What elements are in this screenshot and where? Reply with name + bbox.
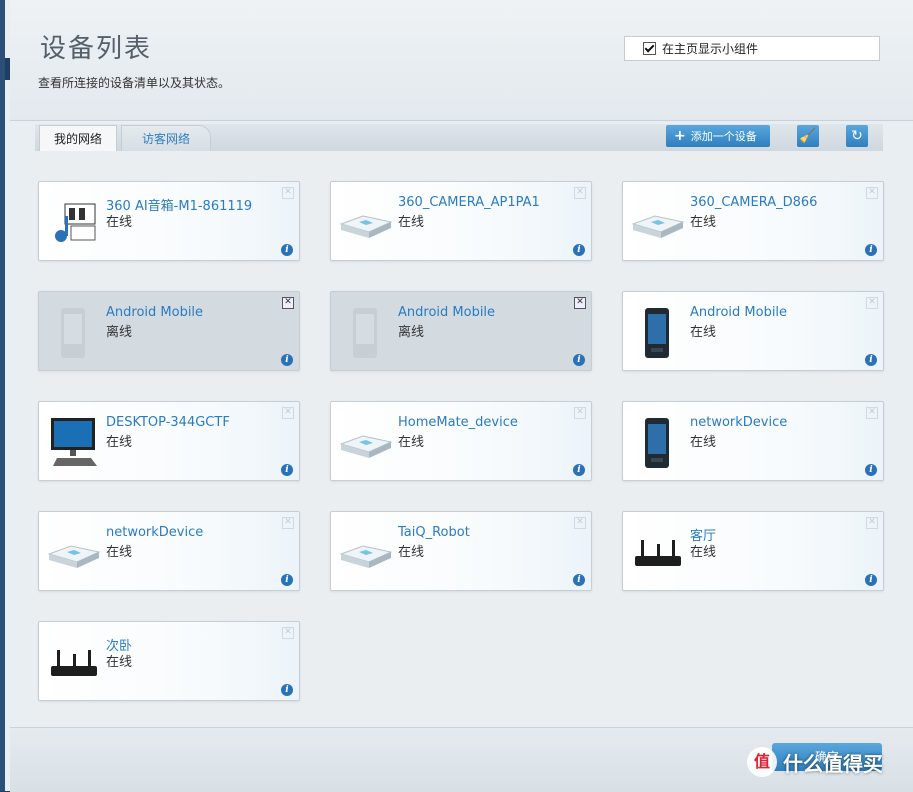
device-card[interactable]: 次卧 在线 ✕ i [38,621,300,701]
remove-device-icon[interactable]: ✕ [866,407,878,419]
device-status: 在线 [398,215,425,230]
info-icon[interactable]: i [573,464,585,476]
remove-device-icon[interactable]: ✕ [282,517,294,529]
remove-device-icon[interactable]: ✕ [866,187,878,199]
device-card[interactable]: networkDevice 在线 ✕ i [622,401,884,481]
network-device-icon [339,416,393,470]
device-card[interactable]: 客厅 在线 ✕ i [622,511,884,591]
info-icon[interactable]: i [281,574,293,586]
info-icon[interactable]: i [865,464,877,476]
media-player-icon [47,196,101,250]
device-status: 在线 [398,435,425,450]
device-name[interactable]: networkDevice [106,525,203,540]
device-status: 在线 [106,655,133,670]
tab-guest-network[interactable]: 访客网络 [121,125,211,152]
device-name[interactable]: Android Mobile [106,305,203,320]
device-card[interactable]: Android Mobile 离线 ✕ i [330,291,592,371]
router-icon [631,526,685,580]
add-device-button[interactable]: + 添加一个设备 [666,125,770,147]
device-name[interactable]: networkDevice [690,415,787,430]
device-card[interactable]: 360_CAMERA_AP1PA1 在线 ✕ i [330,181,592,261]
device-name[interactable]: 360_CAMERA_AP1PA1 [398,195,540,210]
device-list-dialog: ✕ 设备列表 查看所连接的设备清单以及其状态。 在主页显示小组件 我的网络 访客… [0,0,913,792]
header: 设备列表 查看所连接的设备清单以及其状态。 在主页显示小组件 [10,0,913,121]
broom-icon: 🧹 [799,128,817,144]
device-name[interactable]: TaiQ_Robot [398,525,470,540]
remove-device-icon[interactable]: ✕ [574,297,586,309]
device-status: 在线 [690,325,717,340]
checkbox-checked-icon[interactable] [643,42,656,55]
device-status: 离线 [398,325,425,340]
plus-icon: + [674,128,686,144]
watermark-logo-icon: 值 [747,747,777,777]
desktop-computer-icon [47,416,101,470]
remove-device-icon[interactable]: ✕ [282,297,294,309]
device-status: 离线 [106,325,133,340]
device-name[interactable]: Android Mobile [690,305,787,320]
device-card[interactable]: Android Mobile 离线 ✕ i [38,291,300,371]
device-status: 在线 [690,435,717,450]
device-card[interactable]: networkDevice 在线 ✕ i [38,511,300,591]
mobile-phone-icon [631,306,685,360]
remove-device-icon[interactable]: ✕ [282,187,294,199]
clean-button[interactable]: 🧹 [797,125,819,147]
device-card[interactable]: Android Mobile 在线 ✕ i [622,291,884,371]
tab-bar: 我的网络 访客网络 + 添加一个设备 🧹 ↻ [35,124,883,152]
device-card[interactable]: TaiQ_Robot 在线 ✕ i [330,511,592,591]
mobile-phone-icon [339,306,393,360]
page-title: 设备列表 [40,34,153,64]
device-card[interactable]: 360 AI音箱-M1-861119 在线 ✕ i [38,181,300,261]
mobile-phone-icon [631,416,685,470]
device-name[interactable]: HomeMate_device [398,415,518,430]
watermark: 值 什么值得买 [747,742,883,782]
page-subtitle: 查看所连接的设备清单以及其状态。 [38,76,231,90]
device-name[interactable]: 360_CAMERA_D866 [690,195,817,210]
tab-my-network[interactable]: 我的网络 [39,125,117,152]
device-status: 在线 [690,545,717,560]
info-icon[interactable]: i [865,574,877,586]
remove-device-icon[interactable]: ✕ [866,517,878,529]
watermark-text: 什么值得买 [783,751,883,776]
info-icon[interactable]: i [573,244,585,256]
info-icon[interactable]: i [865,244,877,256]
network-device-icon [339,526,393,580]
device-name[interactable]: Android Mobile [398,305,495,320]
device-status: 在线 [106,435,133,450]
info-icon[interactable]: i [281,244,293,256]
remove-device-icon[interactable]: ✕ [282,407,294,419]
network-device-icon [47,526,101,580]
device-status: 在线 [106,215,133,230]
remove-device-icon[interactable]: ✕ [574,187,586,199]
remove-device-icon[interactable]: ✕ [574,517,586,529]
device-card[interactable]: 360_CAMERA_D866 在线 ✕ i [622,181,884,261]
device-name[interactable]: DESKTOP-344GCTF [106,415,230,430]
refresh-icon: ↻ [851,128,863,144]
device-status: 在线 [690,215,717,230]
remove-device-icon[interactable]: ✕ [574,407,586,419]
network-device-icon [631,196,685,250]
info-icon[interactable]: i [573,354,585,366]
router-icon [47,636,101,690]
refresh-button[interactable]: ↻ [846,125,868,147]
info-icon[interactable]: i [281,684,293,696]
info-icon[interactable]: i [573,574,585,586]
device-status: 在线 [398,545,425,560]
info-icon[interactable]: i [281,354,293,366]
show-widget-label: 在主页显示小组件 [662,42,759,56]
device-card[interactable]: DESKTOP-344GCTF 在线 ✕ i [38,401,300,481]
device-card[interactable]: HomeMate_device 在线 ✕ i [330,401,592,481]
info-icon[interactable]: i [281,464,293,476]
show-widget-checkbox[interactable]: 在主页显示小组件 [624,36,880,61]
remove-device-icon[interactable]: ✕ [866,297,878,309]
add-device-label: 添加一个设备 [690,130,757,143]
network-device-icon [339,196,393,250]
device-status: 在线 [106,545,133,560]
info-icon[interactable]: i [865,354,877,366]
remove-device-icon[interactable]: ✕ [282,627,294,639]
device-grid: 360 AI音箱-M1-861119 在线 ✕ i 360_CAMERA_AP1PA1 在… [35,151,884,727]
mobile-phone-icon [47,306,101,360]
